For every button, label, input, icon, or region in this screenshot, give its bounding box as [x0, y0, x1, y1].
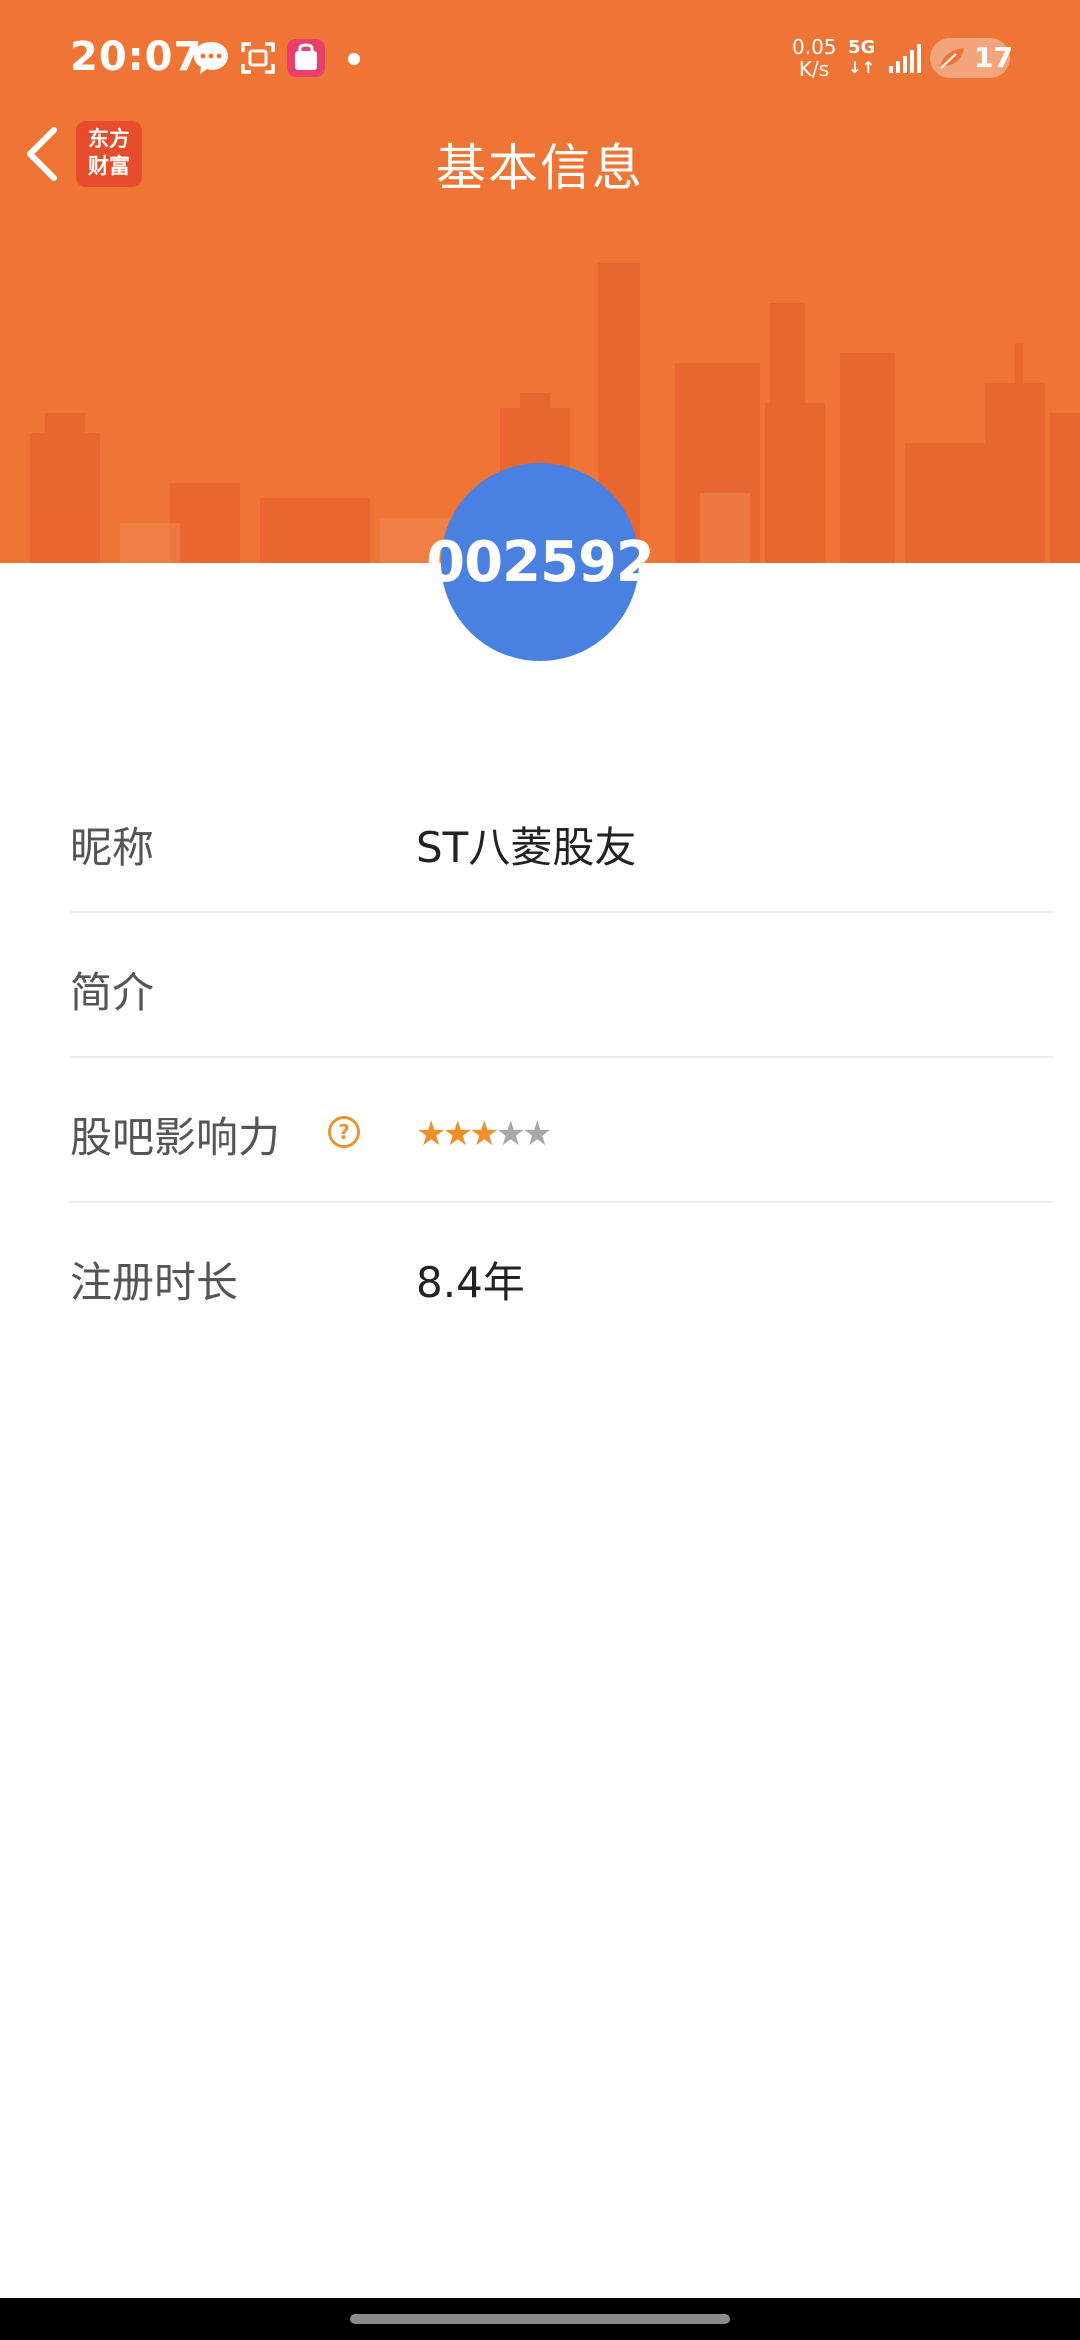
info-list: 昵称 ST八菱股友 简介 股吧影响力 ? ★★★★★ 注册时长 8.4年 — [70, 768, 1053, 1348]
net-speed: 0.05 K/s — [792, 35, 837, 81]
influence-rating: ★★★★★ — [416, 1114, 553, 1154]
battery-level: 17 — [974, 41, 1013, 74]
scan-icon — [241, 42, 275, 74]
net-speed-value: 0.05 — [792, 35, 837, 59]
nickname-value: ST八菱股友 — [416, 823, 637, 872]
page-title: 基本信息 — [436, 139, 644, 197]
notification-dot-icon — [348, 53, 360, 65]
info-row-nickname[interactable]: 昵称 ST八菱股友 — [70, 768, 1053, 913]
home-indicator[interactable] — [350, 2314, 730, 2324]
network-type-label: 5G — [848, 37, 876, 58]
data-arrows-icon: ↓↑ — [848, 58, 876, 77]
signal-icon — [889, 44, 921, 73]
nickname-label: 昵称 — [70, 823, 155, 872]
help-icon[interactable]: ? — [328, 1116, 360, 1148]
shopping-bag-icon — [287, 39, 325, 77]
battery-indicator: 17 — [930, 38, 1013, 78]
star-filled-icon: ★ — [442, 1114, 473, 1154]
avatar[interactable]: 002592 — [426, 463, 655, 661]
bio-label: 简介 — [70, 968, 155, 1017]
network-type: 5G ↓↑ — [848, 38, 875, 78]
status-time: 20:07 — [70, 34, 203, 80]
message-bubble-icon — [194, 42, 228, 74]
avatar-text: 002592 — [426, 529, 655, 595]
register-duration-value: 8.4年 — [416, 1258, 525, 1307]
register-duration-label: 注册时长 — [70, 1258, 239, 1307]
star-empty-icon: ★ — [495, 1114, 526, 1154]
info-row-influence: 股吧影响力 ? ★★★★★ — [70, 1058, 1053, 1203]
info-row-register-duration: 注册时长 8.4年 — [70, 1203, 1053, 1348]
influence-label: 股吧影响力 — [70, 1113, 281, 1162]
battery-saver-icon — [940, 48, 964, 69]
system-nav-bar — [0, 2298, 1080, 2340]
star-empty-icon: ★ — [521, 1114, 553, 1154]
star-filled-icon: ★ — [468, 1114, 500, 1154]
star-filled-icon: ★ — [416, 1114, 447, 1154]
status-bar: 20:07 0.05 K/s 5G ↓↑ 17 — [0, 0, 1080, 118]
net-speed-unit: K/s — [798, 57, 830, 81]
info-row-bio[interactable]: 简介 — [70, 913, 1053, 1058]
